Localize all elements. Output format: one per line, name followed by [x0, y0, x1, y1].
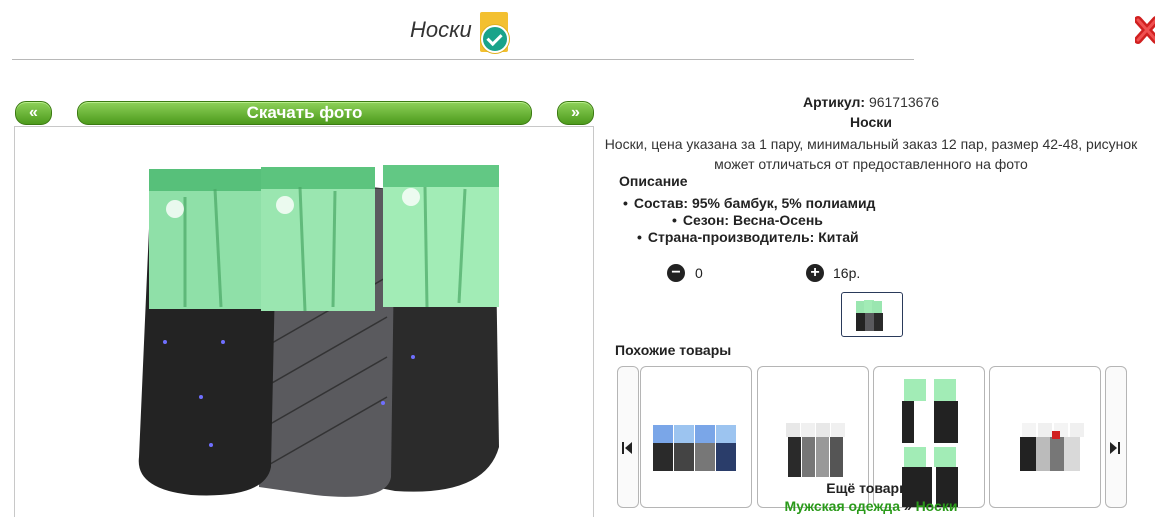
product-photo[interactable] [15, 127, 593, 517]
spec-item: Сезон: Весна-Осень [672, 212, 823, 228]
product-description: Носки, цена указана за 1 пару, минимальн… [604, 136, 1138, 172]
prev-photo-button[interactable]: « [15, 101, 52, 125]
product-photo-frame [14, 126, 594, 517]
breadcrumb-separator: » [903, 498, 912, 514]
spec-item: Страна-производитель: Китай [637, 229, 859, 245]
minus-circle-icon[interactable]: − [667, 264, 685, 282]
description-heading: Описание [619, 173, 688, 189]
article-line: Артикул: 961713676 [596, 94, 1146, 110]
verified-icon [480, 12, 509, 53]
more-products-heading: Ещё товары: [826, 480, 916, 496]
page-title: Носки [410, 17, 472, 42]
breadcrumb: Мужская одежда » Носки [596, 498, 1146, 514]
header-divider [12, 59, 914, 60]
quantity-value: 0 [695, 265, 703, 281]
breadcrumb-link-mens-clothing[interactable]: Мужская одежда [785, 498, 900, 514]
product-name: Носки [850, 114, 892, 130]
close-icon[interactable] [1135, 12, 1155, 48]
plus-circle-icon[interactable]: + [806, 264, 824, 282]
breadcrumb-link-socks[interactable]: Носки [916, 498, 958, 514]
download-photo-button[interactable]: Скачать фото [77, 101, 532, 125]
similar-products-heading: Похожие товары [615, 342, 732, 358]
photo-thumbnail[interactable] [841, 292, 903, 337]
skip-forward-icon [1110, 442, 1120, 454]
price-value: 16р. [833, 265, 861, 281]
skip-back-icon [622, 442, 632, 454]
spec-item: Состав: 95% бамбук, 5% полиамид [623, 195, 876, 211]
article-label: Артикул: [802, 94, 866, 110]
next-photo-button[interactable]: » [557, 101, 594, 125]
article-value: 961713676 [868, 94, 940, 110]
